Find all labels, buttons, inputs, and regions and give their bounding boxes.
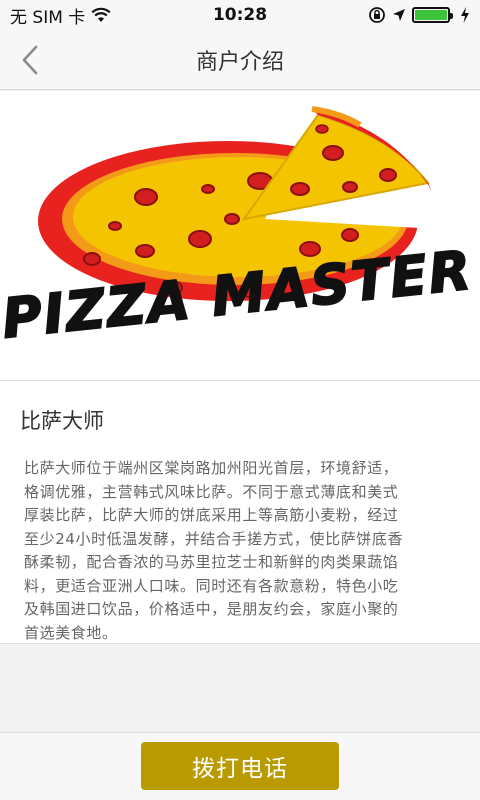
description-line: 比萨大师位于端州区棠岗路加州阳光首层，环境舒适， xyxy=(24,459,399,477)
back-button[interactable] xyxy=(10,40,50,80)
page-title: 商户介绍 xyxy=(195,49,284,75)
wifi-icon xyxy=(91,7,111,22)
bottom-action-bar: 拨打电话 xyxy=(0,732,480,800)
description-line: 料，更适合亚洲人口味。同时还有各款意粉，特色小吃 xyxy=(24,576,399,595)
shop-name: 比萨大师 xyxy=(20,409,104,433)
shop-logo-area: PIZZA MASTER xyxy=(0,91,480,381)
call-button[interactable]: 拨打电话 xyxy=(141,742,339,790)
status-left: 无 SIM 卡 xyxy=(10,3,111,28)
charging-bolt-icon xyxy=(461,7,469,23)
description-line: 至少24小时低温发酵，并结合手搓方式，使比萨饼底香 xyxy=(24,529,404,548)
description-line: 及韩国进口饮品，价格适中，是朋友约会，家庭小聚的 xyxy=(24,600,399,618)
rotation-lock-icon xyxy=(369,7,385,23)
description-line: 首选美食地。 xyxy=(24,623,118,642)
battery-icon xyxy=(412,7,453,23)
battery-fill xyxy=(415,10,447,20)
shop-description: 比萨大师位于端州区棠岗路加州阳光首层，环境舒适， 格调优雅，主营韩式风味比萨。不… xyxy=(24,457,460,645)
description-line: 格调优雅，主营韩式风味比萨。不同于意式薄底和美式 xyxy=(24,482,399,501)
carrier-label: 无 SIM 卡 xyxy=(10,7,86,28)
description-line: 厚装比萨，比萨大师的饼底采用上等高筋小麦粉，经过 xyxy=(24,506,399,524)
pizza-master-logo: PIZZA MASTER xyxy=(0,106,476,352)
status-bar: 无 SIM 卡 10:28 xyxy=(0,0,480,30)
nav-bar: 商户介绍 xyxy=(0,30,480,90)
shop-info-card: 比萨大师 比萨大师位于端州区棠岗路加州阳光首层，环境舒适， 格调优雅，主营韩式风… xyxy=(0,381,480,644)
status-right xyxy=(368,6,470,24)
location-arrow-icon xyxy=(393,9,405,21)
chevron-left-icon xyxy=(22,45,38,75)
description-line: 酥柔韧，配合香浓的马苏里拉芝士和新鲜的肉类果蔬馅 xyxy=(24,553,399,571)
